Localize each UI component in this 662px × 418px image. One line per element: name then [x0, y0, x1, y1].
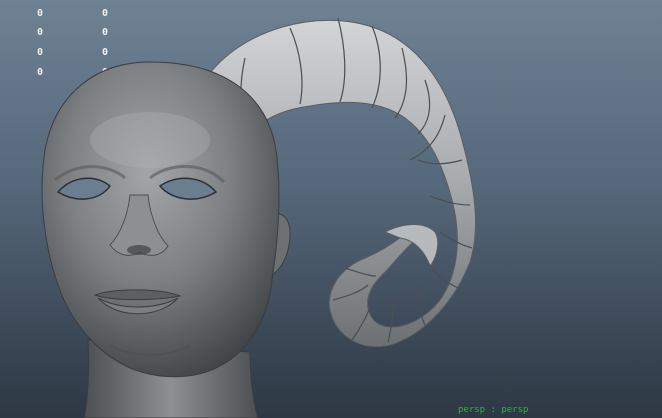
camera-label: persp : persp	[458, 405, 529, 415]
scene-render	[41, 17, 476, 418]
3d-viewport[interactable]: 0 0 0 0 0 0 0 0	[0, 0, 662, 418]
head-model[interactable]	[41, 61, 291, 418]
